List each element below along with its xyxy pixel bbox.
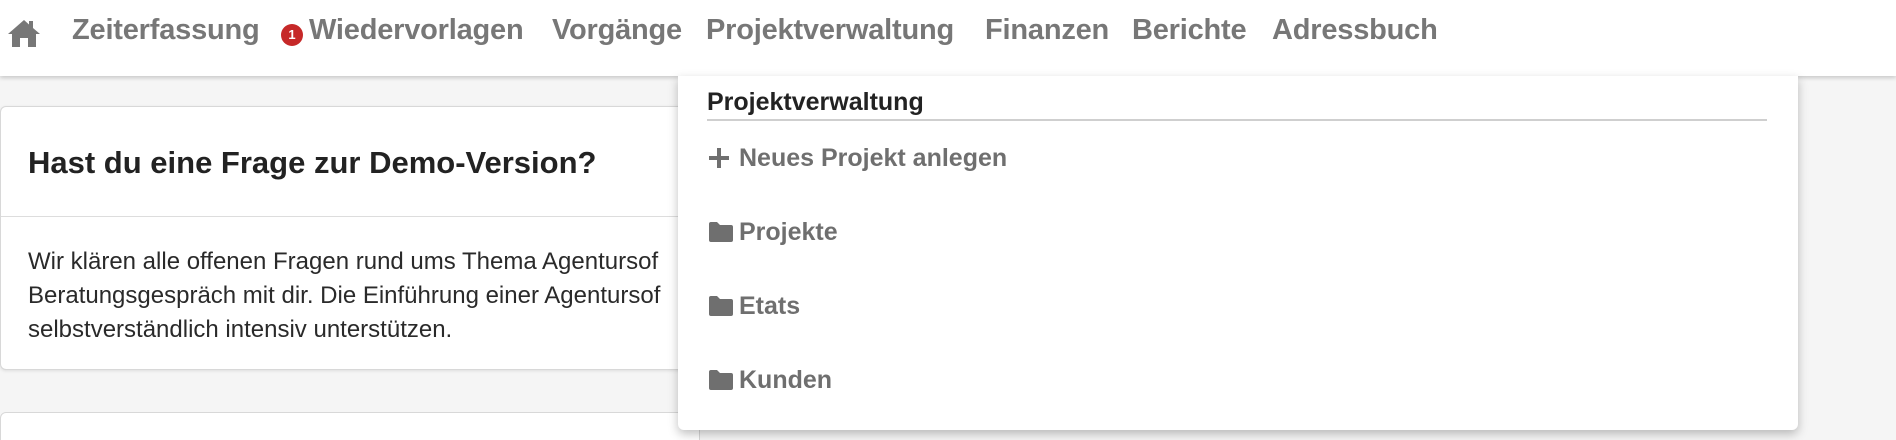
nav-finanzen[interactable]: Finanzen <box>985 14 1109 47</box>
folder-icon <box>707 291 737 321</box>
menu-item-label: Projekte <box>739 217 838 246</box>
menu-item-label: Kunden <box>739 365 833 394</box>
menu-item-projekte[interactable]: Projekte <box>707 212 838 252</box>
card-body-line: Beratungsgespräch mit dir. Die Einführun… <box>28 282 661 309</box>
nav-vorgaenge[interactable]: Vorgänge <box>552 14 682 47</box>
menu-item-kunden[interactable]: Kunden <box>707 360 832 400</box>
nav-berichte[interactable]: Berichte <box>1132 14 1247 47</box>
dropdown-divider <box>707 119 1767 121</box>
nav-adressbuch[interactable]: Adressbuch <box>1272 14 1438 47</box>
plus-icon <box>707 143 737 173</box>
next-card <box>0 412 700 440</box>
folder-icon <box>707 217 737 247</box>
menu-item-neues-projekt[interactable]: Neues Projekt anlegen <box>707 138 1007 178</box>
card-divider <box>1 216 699 217</box>
nav-projektverwaltung[interactable]: Projektverwaltung <box>706 14 954 47</box>
notification-badge: 1 <box>281 24 303 46</box>
nav-zeiterfassung[interactable]: Zeiterfassung <box>72 14 260 47</box>
projektverwaltung-dropdown: Projektverwaltung Neues Projekt anlegen … <box>678 76 1798 430</box>
card-title: Hast du eine Frage zur Demo-Version? <box>28 145 597 180</box>
card-body-line: selbstverständlich intensiv unterstützen… <box>28 316 453 343</box>
folder-icon <box>707 365 737 395</box>
dropdown-header: Projektverwaltung <box>707 88 924 116</box>
nav-wiedervorlagen[interactable]: Wiedervorlagen <box>309 14 524 47</box>
menu-item-label: Neues Projekt anlegen <box>739 143 1008 172</box>
card-body: Wir klären alle offenen Fragen rund ums … <box>28 245 728 347</box>
card-body-line: Wir klären alle offenen Fragen rund ums … <box>28 248 659 275</box>
demo-question-card: Hast du eine Frage zur Demo-Version? Wir… <box>0 106 700 370</box>
home-icon[interactable] <box>6 18 42 48</box>
menu-item-etats[interactable]: Etats <box>707 286 800 326</box>
menu-item-label: Etats <box>739 291 801 320</box>
top-navbar: Zeiterfassung 1 Wiedervorlagen Vorgänge … <box>0 0 1896 76</box>
